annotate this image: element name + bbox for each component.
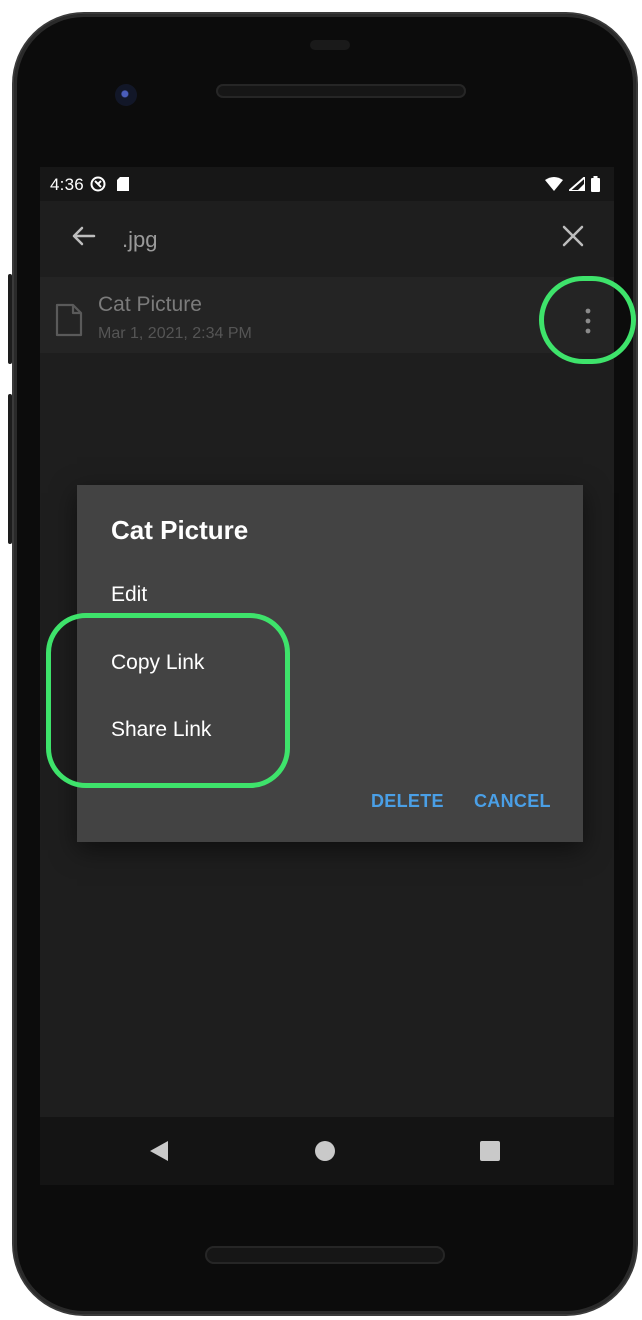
top-earpiece: [310, 40, 350, 50]
search-toolbar: .jpg: [40, 201, 614, 277]
arrow-left-icon[interactable]: [68, 221, 98, 251]
nav-back-icon[interactable]: [148, 1139, 170, 1163]
file-date: Mar 1, 2021, 2:34 PM: [98, 325, 252, 342]
more-vert-icon[interactable]: [578, 301, 598, 341]
status-bar: 4:36: [40, 167, 614, 201]
nav-home-icon[interactable]: [315, 1141, 335, 1161]
document-icon: [55, 303, 83, 337]
top-speaker: [216, 84, 466, 98]
sync-icon: [90, 176, 106, 192]
menu-item-share-link[interactable]: Share Link: [111, 718, 211, 742]
file-options-dialog: Cat Picture Edit Copy Link Share Link DE…: [77, 485, 583, 842]
sd-card-icon: [117, 177, 129, 191]
volume-button: [8, 394, 12, 544]
menu-item-edit[interactable]: Edit: [111, 583, 147, 607]
front-camera: [115, 84, 137, 106]
dialog-title: Cat Picture: [111, 515, 249, 545]
status-icons-left: [90, 176, 130, 192]
status-icons-right: [545, 176, 600, 192]
power-button: [8, 274, 12, 364]
status-time: 4:36: [50, 175, 84, 194]
signal-icon: [569, 177, 585, 191]
wifi-icon: [545, 177, 563, 191]
delete-button[interactable]: DELETE: [371, 791, 444, 812]
bottom-speaker: [205, 1246, 445, 1264]
navigation-bar: [40, 1117, 614, 1185]
menu-item-copy-link[interactable]: Copy Link: [111, 651, 204, 675]
file-list-item[interactable]: Cat Picture Mar 1, 2021, 2:34 PM: [40, 277, 614, 353]
file-name: Cat Picture: [98, 293, 202, 316]
cancel-button[interactable]: CANCEL: [474, 791, 551, 812]
battery-icon: [591, 176, 600, 192]
close-icon[interactable]: [560, 223, 586, 249]
search-input[interactable]: .jpg: [122, 227, 157, 253]
nav-recents-icon[interactable]: [480, 1141, 500, 1161]
